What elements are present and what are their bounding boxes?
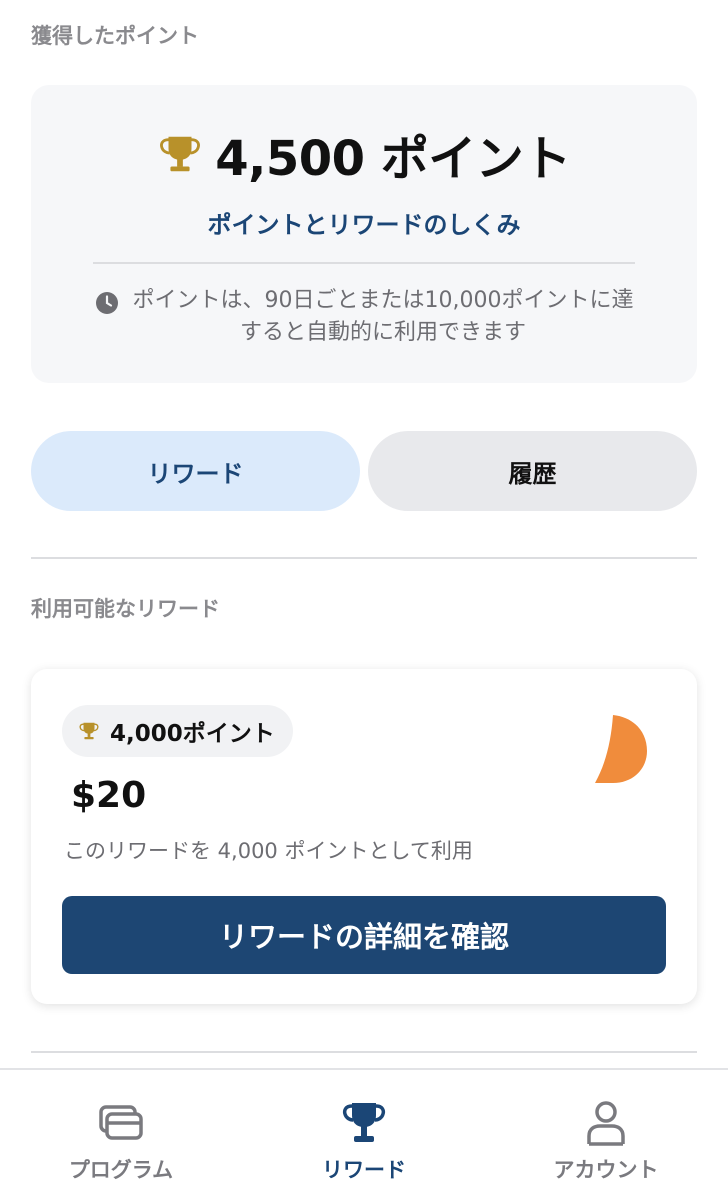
person-icon xyxy=(587,1101,625,1146)
points-total-row: 4,500 ポイント xyxy=(31,119,697,189)
tab-programs[interactable]: プログラム xyxy=(21,1098,221,1184)
rewards-screen: 獲得したポイント 4,500 ポイント ポイントとリワードのしくみ ポイントは、… xyxy=(0,0,728,1200)
brand-logo-icon xyxy=(595,715,647,783)
available-rewards-heading: 利用可能なリワード xyxy=(31,597,220,621)
trophy-icon xyxy=(160,136,201,172)
notice-line-1: ポイントは、90日ごとまたは10,000ポイントに達 xyxy=(132,288,634,313)
reward-card: 4,000ポイント $20 このリワードを 4,000 ポイントとして利用 リワ… xyxy=(31,669,697,1004)
notice-text: ポイントは、90日ごとまたは10,000ポイントに達 すると自動的に利用できます xyxy=(133,285,634,349)
cards-icon xyxy=(99,1105,143,1140)
how-points-work-link[interactable]: ポイントとリワードのしくみ xyxy=(31,205,697,240)
trophy-icon xyxy=(342,1103,386,1142)
reward-description: このリワードを 4,000 ポイントとして利用 xyxy=(64,839,473,863)
tab-rewards[interactable]: リワード xyxy=(264,1098,464,1184)
notice-line-2: すると自動的に利用できます xyxy=(239,320,526,345)
bottom-tab-bar: プログラム リワード アカウント xyxy=(0,1068,728,1200)
segment-rewards-button[interactable]: リワード xyxy=(31,431,360,511)
clock-icon xyxy=(95,292,118,314)
trophy-icon xyxy=(79,722,99,740)
section-divider xyxy=(31,557,697,559)
view-reward-details-button[interactable]: リワードの詳細を確認 xyxy=(62,896,666,974)
segment-history-button[interactable]: 履歴 xyxy=(368,431,697,511)
reward-points-badge: 4,000ポイント xyxy=(62,705,293,757)
reward-points-cost: 4,000ポイント xyxy=(110,721,275,747)
points-summary-card: 4,500 ポイント ポイントとリワードのしくみ ポイントは、90日ごとまたは1… xyxy=(31,85,697,383)
earned-points-heading: 獲得したポイント xyxy=(31,24,199,48)
tab-account[interactable]: アカウント xyxy=(506,1098,706,1184)
section-divider xyxy=(31,1051,697,1053)
tab-label: リワード xyxy=(322,1158,406,1182)
card-divider xyxy=(93,262,635,264)
tab-label: プログラム xyxy=(68,1158,174,1182)
points-total: 4,500 ポイント xyxy=(215,131,571,187)
auto-redeem-notice: ポイントは、90日ごとまたは10,000ポイントに達 すると自動的に利用できます xyxy=(49,285,679,349)
reward-amount: $20 xyxy=(71,775,147,816)
tab-label: アカウント xyxy=(553,1158,659,1182)
